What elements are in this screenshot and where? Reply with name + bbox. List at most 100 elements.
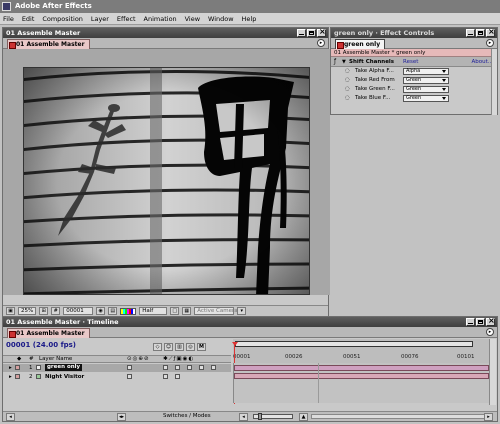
video-visible-icon[interactable] — [175, 365, 180, 370]
work-area-bar[interactable] — [235, 341, 473, 347]
adjustment-switch-icon[interactable] — [211, 365, 216, 370]
camera-view-select[interactable]: Active Camera — [194, 307, 238, 315]
zoom-slider[interactable] — [253, 413, 293, 420]
frame-blending-icon[interactable]: ▥ — [175, 343, 184, 351]
view-options-icon[interactable]: ▾ — [237, 307, 247, 315]
effect-enable-icon[interactable]: ƒ — [334, 57, 336, 67]
minimize-button[interactable] — [466, 29, 475, 37]
tab-green-only[interactable]: green only — [335, 39, 386, 49]
timeline-current-time[interactable]: 00001 (24.00 fps) — [6, 341, 76, 349]
timeline-vertical-scrollbar[interactable] — [489, 339, 496, 405]
layer-row-1[interactable]: ▸ 1 green only — [3, 364, 231, 372]
stopwatch-icon[interactable]: ◌ — [345, 67, 350, 76]
composition-titlebar[interactable]: 01 Assemble Master — [3, 27, 328, 38]
minimize-button[interactable] — [466, 318, 475, 326]
label-color-swatch[interactable] — [15, 365, 20, 370]
param-select[interactable]: Alpha — [403, 68, 449, 75]
disclosure-triangle-icon[interactable]: ▼ — [342, 57, 346, 67]
layer-column-header: ◆ # Layer Name ⊙◎⊕⊘ ✱⟋ƒ▣◉◐ — [3, 355, 231, 363]
channel-color-bars-icon[interactable] — [120, 307, 137, 315]
current-time-field[interactable]: 00001 — [63, 307, 94, 315]
layer-row-2[interactable]: ▸ 2 Night Visitor — [3, 373, 231, 381]
menu-window[interactable]: Window — [205, 13, 237, 25]
maximize-button[interactable] — [307, 29, 316, 37]
layer-name[interactable]: green only — [45, 364, 83, 371]
param-select[interactable]: Green — [403, 86, 449, 93]
zoom-in-icon[interactable]: ▲ — [299, 413, 308, 421]
close-button[interactable] — [486, 27, 495, 37]
menu-effect[interactable]: Effect — [114, 13, 139, 25]
tab-timeline-assemble-master[interactable]: 01 Assemble Master — [7, 328, 90, 338]
snapshot-icon[interactable]: ◉ — [96, 307, 106, 315]
timeline-titlebar[interactable]: 01 Assemble Master · Timeline — [3, 316, 497, 327]
menu-layer[interactable]: Layer — [88, 13, 112, 25]
time-ruler[interactable]: 00001 00026 00051 00076 00101 — [233, 339, 489, 363]
comp-viewer-image[interactable] — [23, 67, 310, 295]
menu-view[interactable]: View — [182, 13, 203, 25]
maximize-button[interactable] — [476, 29, 485, 37]
timeline-tabbar: 01 Assemble Master ▸ — [3, 327, 497, 338]
param-select[interactable]: Green — [403, 77, 449, 84]
markers-icon[interactable]: M — [197, 343, 206, 351]
menu-bar: File Edit Composition Layer Effect Anima… — [0, 13, 500, 25]
shy-switch-icon[interactable] — [127, 365, 132, 370]
shy-switch-icon[interactable] — [127, 374, 132, 379]
close-button[interactable] — [486, 316, 495, 326]
motion-blur-switch-icon[interactable] — [199, 365, 204, 370]
panel-menu-icon[interactable]: ▸ — [486, 328, 494, 336]
motion-blur-icon[interactable]: ◎ — [186, 343, 195, 351]
effect-param-row: ◌ Take Blue F... Green — [331, 94, 497, 103]
menu-help[interactable]: Help — [239, 13, 260, 25]
grid-icon[interactable]: # — [51, 307, 61, 315]
zoom-select[interactable]: 25% — [18, 307, 37, 315]
menu-edit[interactable]: Edit — [19, 13, 38, 25]
layer-duration-bar[interactable] — [234, 365, 489, 371]
effects-switch-icon[interactable] — [163, 365, 168, 370]
stopwatch-icon[interactable]: ◌ — [345, 94, 350, 103]
region-of-interest-icon[interactable]: □ — [170, 307, 180, 315]
timeline-scroll-left-icon[interactable]: ◂ — [239, 413, 248, 421]
horizontal-scrollbar[interactable] — [311, 414, 485, 419]
panel-menu-icon[interactable]: ▸ — [317, 39, 325, 47]
layer-duration-bar[interactable] — [234, 373, 489, 379]
expand-triangle-icon[interactable]: ▸ — [9, 373, 12, 381]
stopwatch-icon[interactable]: ◌ — [345, 85, 350, 94]
menu-composition[interactable]: Composition — [39, 13, 86, 25]
effects-switch-icon[interactable] — [163, 374, 168, 379]
zoom-slider-thumb[interactable] — [258, 413, 262, 420]
collapse-panes-icon[interactable]: ◂▸ — [117, 413, 126, 421]
layer-name-header[interactable]: Layer Name — [39, 356, 72, 363]
expand-panes-icon[interactable]: ◂ — [6, 413, 15, 421]
timeline-window: 01 Assemble Master · Timeline 01 Assembl… — [2, 316, 498, 422]
about-link[interactable]: About... — [471, 57, 493, 67]
quality-switch-icon[interactable] — [187, 365, 192, 370]
comp-marker-icon[interactable]: ◇ — [153, 343, 162, 351]
vertical-scrollbar[interactable] — [491, 49, 497, 115]
menu-file[interactable]: File — [0, 13, 17, 25]
always-preview-icon[interactable]: ▣ — [6, 307, 15, 315]
resolution-select[interactable]: Half — [139, 307, 168, 315]
transparency-grid-icon[interactable]: ▦ — [182, 307, 192, 315]
close-button[interactable] — [317, 27, 326, 37]
ruler-label: 00076 — [401, 354, 419, 360]
minimize-button[interactable] — [297, 29, 306, 37]
maximize-button[interactable] — [476, 318, 485, 326]
tab-assemble-master[interactable]: 01 Assemble Master — [7, 39, 90, 49]
switches-modes-toggle[interactable]: Switches / Modes — [163, 412, 211, 421]
show-snapshot-icon[interactable]: ▤ — [108, 307, 118, 315]
menu-animation[interactable]: Animation — [141, 13, 180, 25]
stopwatch-icon[interactable]: ◌ — [345, 76, 350, 85]
effect-controls-titlebar[interactable]: green only · Effect Controls — [331, 27, 497, 38]
layer-name[interactable]: Night Visitor — [45, 373, 84, 381]
param-label: Take Alpha F... — [355, 68, 394, 74]
timeline-scroll-right-icon[interactable]: ▸ — [484, 413, 493, 421]
label-color-swatch[interactable] — [15, 374, 20, 379]
reset-link[interactable]: Reset — [403, 57, 418, 67]
shy-layers-icon[interactable]: ☺ — [164, 343, 173, 351]
layer-source-icon — [36, 374, 41, 379]
panel-menu-icon[interactable]: ▸ — [486, 39, 494, 47]
video-visible-icon[interactable] — [175, 374, 180, 379]
safe-margins-icon[interactable]: ⊞ — [39, 307, 49, 315]
expand-triangle-icon[interactable]: ▸ — [9, 364, 12, 372]
param-select[interactable]: Green — [403, 95, 449, 102]
